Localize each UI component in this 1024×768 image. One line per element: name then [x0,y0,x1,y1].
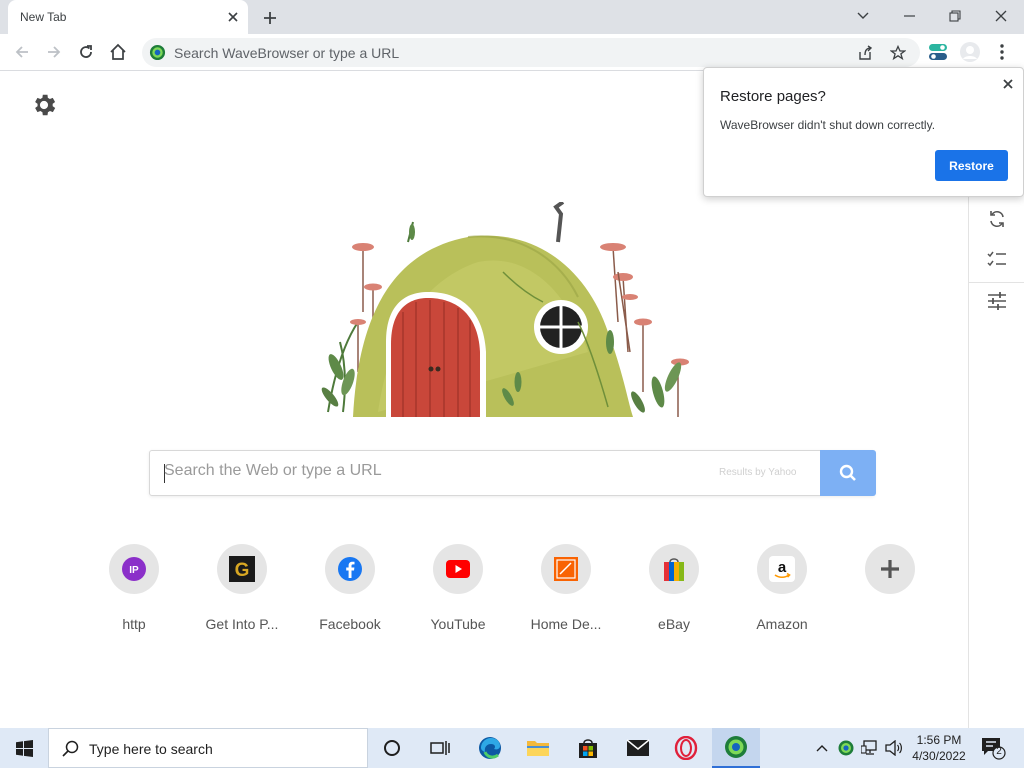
edge-icon[interactable] [466,728,514,768]
add-shortcut-tile[interactable] [836,544,944,644]
close-window-button[interactable] [978,0,1024,32]
ebay-icon [649,544,699,594]
clock-date: 4/30/2022 [912,749,966,763]
close-dialog-icon[interactable] [998,74,1018,94]
amazon-icon: a [757,544,807,594]
network-icon[interactable] [860,738,880,758]
tile-get-into-pc[interactable]: G Get Into P... [188,544,296,644]
profile-avatar-icon[interactable] [957,39,983,65]
adjust-sliders-icon[interactable] [984,288,1010,314]
getintopc-icon: G [217,544,267,594]
tile-ebay[interactable]: eBay [620,544,728,644]
clock-time: 1:56 PM [916,733,962,747]
close-tab-icon[interactable] [223,7,243,27]
dialog-title: Restore pages? [720,88,826,105]
minimize-button[interactable] [886,0,932,32]
web-search-box[interactable]: Search the Web or type a URL Results by … [149,450,876,496]
svg-text:IP: IP [129,565,139,576]
tab-search-chevron-icon[interactable] [840,0,886,32]
facebook-icon [325,544,375,594]
svg-text:a: a [778,559,787,576]
home-button[interactable] [104,38,132,66]
bookmark-star-icon[interactable] [886,41,910,65]
menu-kebab-icon[interactable] [989,39,1015,65]
restore-window-button[interactable] [932,0,978,32]
svg-text:G: G [235,560,250,581]
taskbar-clock[interactable]: 1:56 PM 4/30/2022 [906,732,972,764]
search-provider-label: Results by Yahoo [719,467,797,478]
home-depot-icon [541,544,591,594]
tile-http[interactable]: IP http [80,544,188,644]
tab-strip: New Tab [0,0,1024,34]
windows-start-icon[interactable] [0,728,48,768]
volume-icon[interactable] [884,738,904,758]
tile-label: Home De... [530,616,602,632]
side-panel-divider [969,282,1024,283]
tile-label: eBay [658,616,690,632]
youtube-icon [433,544,483,594]
reload-button[interactable] [72,38,100,66]
tile-home-depot[interactable]: Home De... [512,544,620,644]
settings-gear-icon[interactable] [30,91,58,119]
microsoft-store-icon[interactable] [564,728,612,768]
extensions-toggle-icon[interactable] [925,39,951,65]
search-icon [839,464,856,481]
opera-icon[interactable] [662,728,710,768]
tile-label: YouTube [430,616,486,632]
sync-icon[interactable] [984,206,1010,232]
notification-count: 2 [996,746,1002,757]
notification-center-icon[interactable]: 2 [980,736,1006,760]
add-icon [865,544,915,594]
tile-label: http [122,616,146,632]
tile-youtube[interactable]: YouTube [404,544,512,644]
windows-taskbar: Type here to search 1:56 PM 4/30/2022 2 [0,728,1024,768]
back-button[interactable] [8,38,36,66]
mail-icon[interactable] [614,728,662,768]
dialog-message: WaveBrowser didn't shut down correctly. [720,118,936,132]
new-tab-button[interactable] [258,6,282,30]
restore-pages-dialog: Restore pages? WaveBrowser didn't shut d… [703,67,1024,197]
task-view-icon[interactable] [416,728,464,768]
address-bar-placeholder: Search WaveBrowser or type a URL [174,45,400,61]
web-search-input[interactable]: Search the Web or type a URL [164,462,382,480]
address-bar[interactable]: Search WaveBrowser or type a URL [142,38,920,67]
search-icon [62,740,79,757]
tile-label: Amazon [756,616,808,632]
cortana-icon[interactable] [368,728,416,768]
ip-icon: IP [109,544,159,594]
wavebrowser-logo-icon [149,44,166,61]
hobbit-house-illustration [321,202,689,417]
wavebrowser-tray-icon[interactable] [836,738,856,758]
checklist-icon[interactable] [984,247,1010,273]
tab-new-tab[interactable]: New Tab [8,0,248,34]
tile-facebook[interactable]: Facebook [296,544,404,644]
restore-button[interactable]: Restore [935,150,1008,181]
forward-button[interactable] [40,38,68,66]
tile-label: Get Into P... [205,616,279,632]
search-button[interactable] [820,450,876,496]
tile-label: Facebook [319,616,381,632]
wavebrowser-taskbar-icon[interactable] [712,728,760,768]
tab-title: New Tab [20,10,67,24]
share-icon[interactable] [853,41,877,65]
browser-toolbar: Search WaveBrowser or type a URL [0,34,1024,71]
tile-amazon[interactable]: a Amazon [728,544,836,644]
taskbar-search-box[interactable]: Type here to search [48,728,368,768]
show-hidden-icons-chevron-icon[interactable] [812,738,832,758]
file-explorer-icon[interactable] [514,728,562,768]
taskbar-search-placeholder: Type here to search [89,741,213,757]
speed-dial: IP http G Get Into P... Facebook YouTube [80,544,940,644]
